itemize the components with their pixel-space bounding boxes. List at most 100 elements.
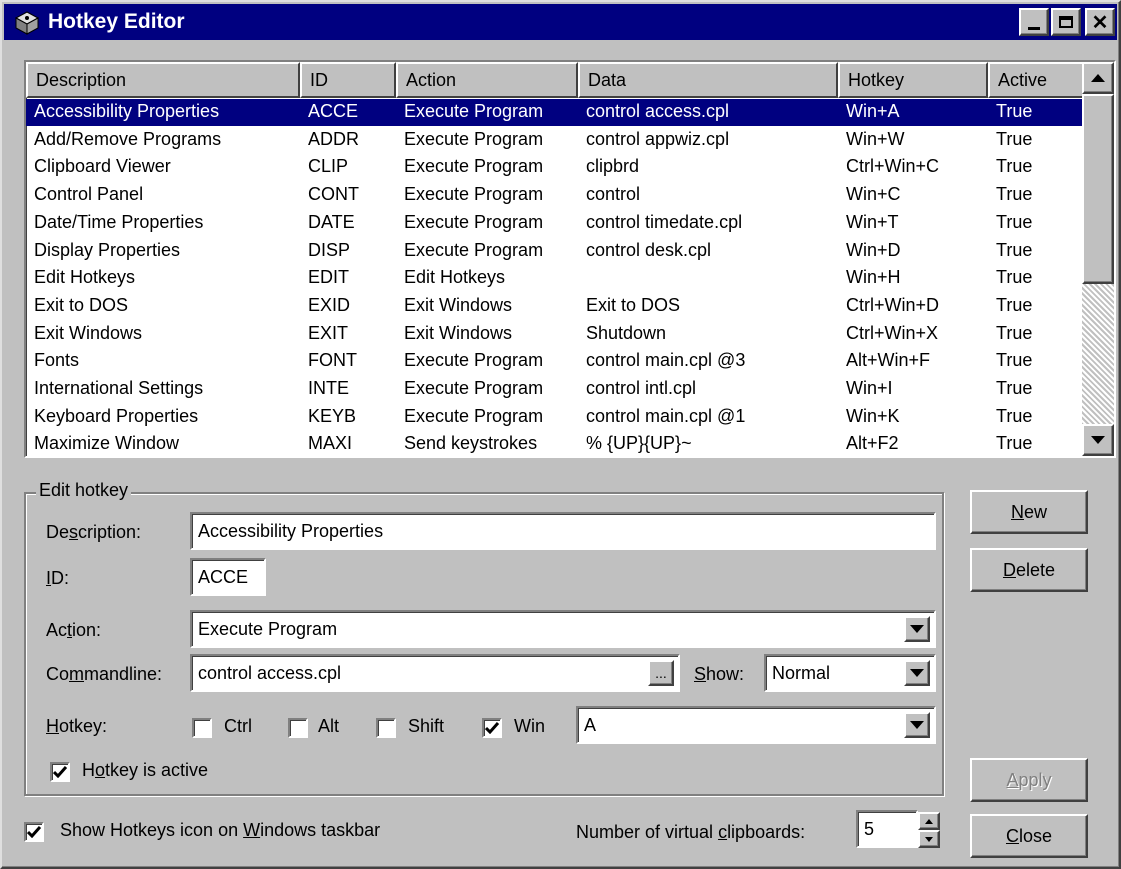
cell-data: control main.cpl @3 xyxy=(586,350,746,371)
spin-down-button[interactable] xyxy=(918,830,940,848)
close-button[interactable]: Close xyxy=(970,814,1088,858)
apply-button[interactable]: Apply xyxy=(970,758,1088,802)
arrow-up-icon xyxy=(1091,74,1105,82)
ctrl-checkbox[interactable] xyxy=(192,718,212,738)
cell-description: Edit Hotkeys xyxy=(34,267,136,288)
arrow-down-icon xyxy=(1091,436,1105,444)
cell-active: True xyxy=(996,433,1033,454)
table-row[interactable]: Add/Remove Programs ADDR Execute Program co… xyxy=(26,127,1084,154)
delete-button-label: Delete xyxy=(1002,559,1056,580)
close-button-label: Close xyxy=(1005,825,1053,846)
cell-active: True xyxy=(996,378,1033,398)
checkmark-icon xyxy=(53,766,67,778)
table-row[interactable]: Keyboard Properties KEYB Execute Program co… xyxy=(26,404,1084,431)
column-header-action[interactable]: Action xyxy=(396,62,578,98)
minimize-button[interactable] xyxy=(1019,8,1049,36)
cell-hotkey: Win+W xyxy=(846,128,905,149)
column-header-active[interactable]: Active xyxy=(988,62,1084,98)
title-bar[interactable]: Hotkey Editor ✕ xyxy=(4,4,1117,40)
win-checkbox[interactable] xyxy=(482,718,502,738)
cell-id: CLIP xyxy=(308,156,349,177)
table-row[interactable]: Clipboard Viewer CLIP Execute Program clipb… xyxy=(26,154,1084,181)
browse-button[interactable]: ... xyxy=(648,660,674,686)
action-dropdown-button[interactable] xyxy=(904,616,930,642)
cell-description: Exit Windows xyxy=(34,322,143,343)
cell-id: MAXI xyxy=(308,433,353,454)
key-dropdown[interactable]: A xyxy=(576,706,936,744)
cell-description: Add/Remove Programs xyxy=(34,128,222,149)
win-label: Win xyxy=(514,716,545,736)
scroll-down-button[interactable] xyxy=(1082,424,1114,456)
cell-id: DISP xyxy=(308,239,351,260)
cell-hotkey: Ctrl+Win+X xyxy=(846,322,939,343)
browse-label: ... xyxy=(655,665,667,681)
new-button-label: New xyxy=(1010,501,1047,522)
column-header-data[interactable]: Data xyxy=(578,62,838,98)
chevron-down-icon xyxy=(910,669,924,677)
cell-data: clipbrd xyxy=(586,156,640,177)
shift-label: Shift xyxy=(408,716,445,736)
show-taskbar-icon-label: Show Hotkeys icon on Windows taskbar xyxy=(60,820,381,840)
maximize-icon xyxy=(1059,16,1073,28)
hotkey-list[interactable]: Description ID Action Data Hotkey Active Acce… xyxy=(24,60,1116,458)
column-header-description[interactable]: Description xyxy=(26,62,300,98)
table-row[interactable]: Date/Time Properties DATE Execute Program c… xyxy=(26,210,1084,237)
show-dropdown-button[interactable] xyxy=(904,660,930,686)
id-value: ACCE xyxy=(198,566,249,587)
cell-id: EXID xyxy=(308,294,351,315)
cell-action: Execute Program xyxy=(404,128,544,149)
cell-hotkey: Win+K xyxy=(846,405,900,426)
commandline-field[interactable]: control access.cpl ... xyxy=(190,654,680,692)
table-row[interactable]: Display Properties DISP Execute Program con… xyxy=(26,238,1084,265)
vertical-scrollbar[interactable] xyxy=(1082,62,1114,456)
show-taskbar-icon-checkbox[interactable] xyxy=(24,822,44,842)
description-field[interactable]: Accessibility Properties xyxy=(190,512,936,550)
cell-hotkey: Alt+F2 xyxy=(846,433,899,454)
column-header-hotkey[interactable]: Hotkey xyxy=(838,62,988,98)
delete-button[interactable]: Delete xyxy=(970,548,1088,592)
table-row[interactable]: Exit to DOS EXID Exit Windows Exit to DOS Ct… xyxy=(26,293,1084,320)
table-row[interactable]: Control Panel CONT Execute Program control W… xyxy=(26,182,1084,209)
table-row[interactable]: Fonts FONT Execute Program control main.cpl… xyxy=(26,348,1084,375)
close-window-button[interactable]: ✕ xyxy=(1085,8,1115,36)
show-value: Normal xyxy=(772,662,831,683)
table-row[interactable]: International Settings INTE Execute Progra… xyxy=(26,376,1084,403)
id-field[interactable]: ACCE xyxy=(190,558,266,596)
cell-action: Execute Program xyxy=(404,378,544,398)
description-value: Accessibility Properties xyxy=(198,520,384,541)
commandline-value: control access.cpl xyxy=(198,662,342,683)
cell-active: True xyxy=(996,350,1033,371)
show-label: Show: xyxy=(694,664,745,684)
key-dropdown-button[interactable] xyxy=(904,712,930,738)
minimize-icon xyxy=(1028,26,1040,30)
scroll-up-button[interactable] xyxy=(1082,62,1114,94)
virtual-clipboards-field[interactable]: 5 xyxy=(856,810,918,848)
new-button[interactable]: New xyxy=(970,490,1088,534)
scroll-thumb[interactable] xyxy=(1082,94,1114,284)
virtual-clipboards-value: 5 xyxy=(864,818,875,839)
cell-data: control desk.cpl xyxy=(586,239,712,260)
cell-action: Execute Program xyxy=(404,101,544,121)
cell-description: Maximize Window xyxy=(34,433,180,454)
maximize-button[interactable] xyxy=(1051,8,1081,36)
cell-description: Keyboard Properties xyxy=(34,405,199,426)
alt-checkbox[interactable] xyxy=(288,718,308,738)
shift-checkbox[interactable] xyxy=(376,718,396,738)
table-row[interactable]: Exit Windows EXIT Exit Windows Shutdown Ctrl… xyxy=(26,321,1084,348)
cell-description: Display Properties xyxy=(34,239,181,260)
table-row[interactable]: Edit Hotkeys EDIT Edit Hotkeys Win+H True xyxy=(26,265,1084,292)
show-dropdown[interactable]: Normal xyxy=(764,654,936,692)
cell-id: FONT xyxy=(308,350,357,371)
arrow-down-icon xyxy=(925,836,933,842)
action-label: Action: xyxy=(46,620,102,640)
cell-action: Exit Windows xyxy=(404,294,513,315)
cell-description: Date/Time Properties xyxy=(34,211,204,232)
hotkey-active-checkbox[interactable] xyxy=(50,762,70,782)
table-row[interactable]: Accessibility Properties ACCE Execute Prog… xyxy=(26,99,1084,126)
cell-hotkey: Win+I xyxy=(846,378,893,398)
table-row[interactable]: Maximize Window MAXI Send keystrokes % {UP}… xyxy=(26,431,1084,456)
cell-description: Fonts xyxy=(34,350,80,371)
column-header-id[interactable]: ID xyxy=(300,62,396,98)
spin-up-button[interactable] xyxy=(918,812,940,830)
action-dropdown[interactable]: Execute Program xyxy=(190,610,936,648)
